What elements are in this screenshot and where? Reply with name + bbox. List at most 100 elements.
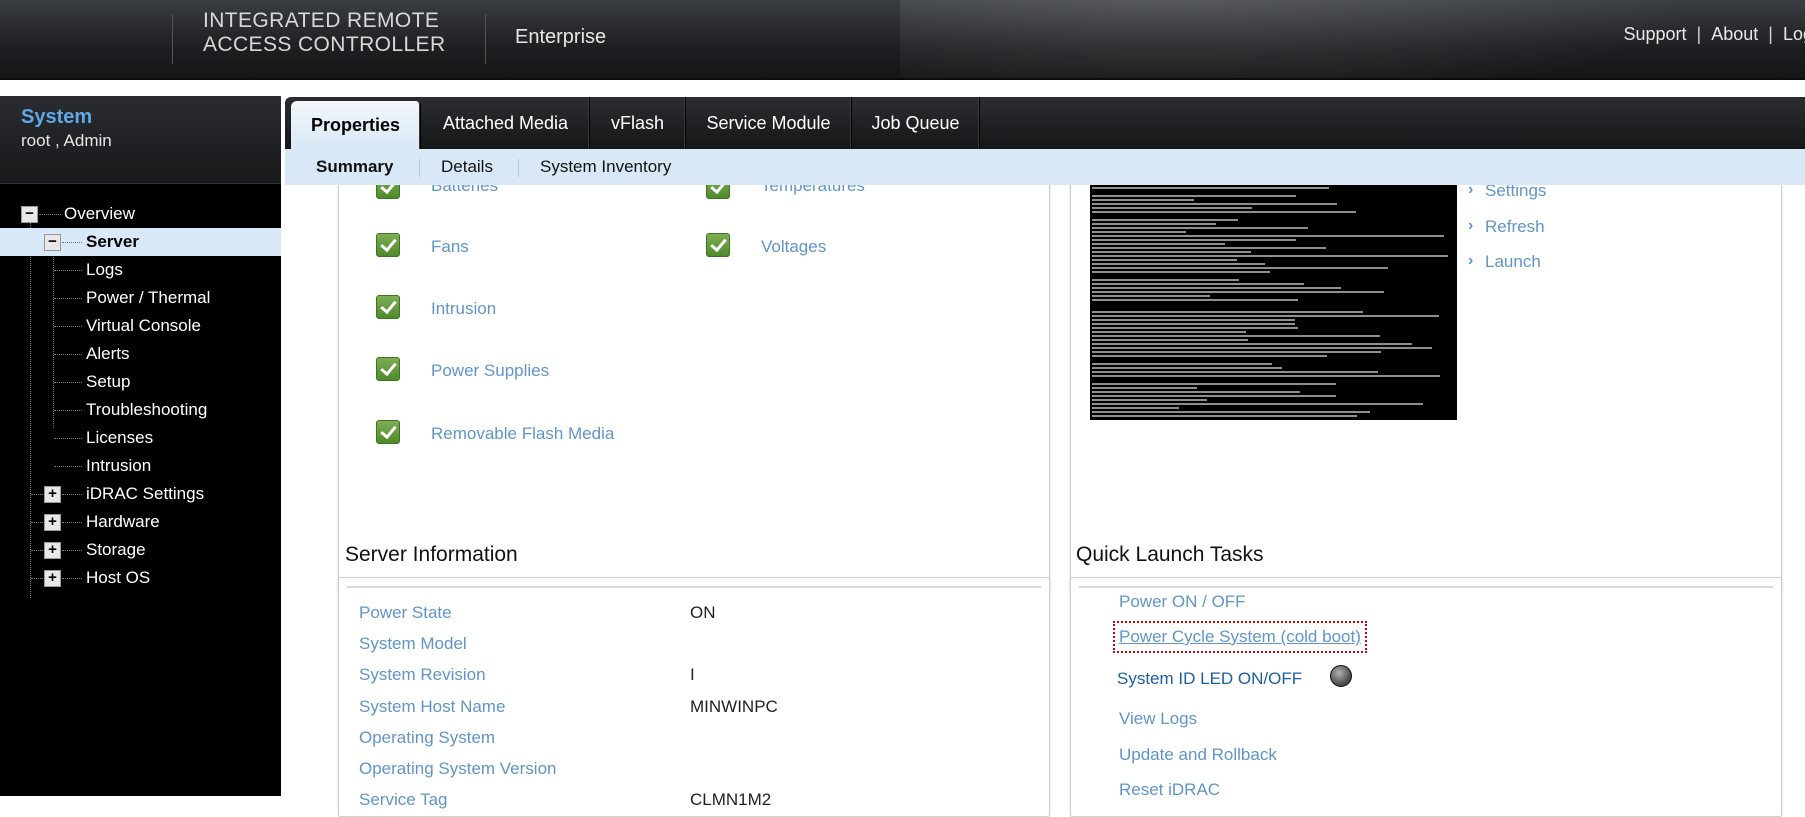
edition-label: Enterprise — [515, 26, 607, 48]
tree-label: Virtual Console — [86, 316, 201, 335]
collapse-icon[interactable]: − — [44, 234, 61, 251]
subtab-system-inventory[interactable]: System Inventory — [540, 149, 671, 185]
console-text-line — [1092, 299, 1298, 301]
subtab-bar: Summary Details System Inventory — [285, 149, 1805, 185]
tree-label: Server — [86, 232, 139, 251]
brand-logo: INTEGRATED REMOTE ACCESS CONTROLLER — [203, 9, 446, 57]
console-text-line — [1092, 363, 1272, 365]
tree-item-troubleshooting[interactable]: Troubleshooting — [0, 396, 281, 424]
console-text-line — [1092, 255, 1448, 257]
console-text-line — [1092, 263, 1265, 265]
expand-icon[interactable]: + — [44, 570, 61, 587]
virtual-console-thumbnail[interactable] — [1090, 184, 1457, 420]
info-value: I — [690, 665, 695, 684]
console-text-line — [1092, 391, 1300, 393]
tree-label: Intrusion — [86, 456, 152, 475]
ok-status-icon — [376, 357, 400, 381]
system-id-led-link[interactable]: System ID LED ON/OFF — [1117, 669, 1302, 689]
subtab-summary[interactable]: Summary — [316, 149, 393, 185]
console-text-line — [1092, 339, 1248, 341]
console-text-line — [1092, 207, 1252, 209]
console-text-line — [1092, 315, 1439, 317]
info-label: Power State — [359, 603, 452, 622]
chevron-right-icon: › — [1468, 252, 1474, 269]
info-label: Service Tag — [359, 790, 448, 809]
led-indicator-icon[interactable] — [1330, 665, 1352, 687]
console-text-line — [1092, 387, 1197, 389]
console-text-line — [1092, 231, 1186, 233]
tree-label: Power / Thermal — [86, 288, 211, 307]
console-text-line — [1092, 239, 1296, 241]
update-rollback-link[interactable]: Update and Rollback — [1119, 745, 1277, 765]
tab-job-queue[interactable]: Job Queue — [852, 97, 980, 149]
brand-line-2: ACCESS CONTROLLER — [203, 33, 446, 56]
health-power-supplies-link[interactable]: Power Supplies — [431, 361, 549, 381]
expand-icon[interactable]: + — [44, 542, 61, 559]
tree-item-idrac-settings[interactable]: + iDRAC Settings — [0, 480, 281, 508]
info-value: ON — [690, 603, 716, 622]
expand-icon[interactable]: + — [44, 486, 61, 503]
console-refresh-link[interactable]: › Refresh — [1468, 217, 1545, 237]
ok-status-icon — [376, 295, 400, 319]
console-text-line — [1092, 291, 1384, 293]
tab-vflash[interactable]: vFlash — [590, 97, 686, 149]
view-logs-link[interactable]: View Logs — [1119, 709, 1197, 729]
tree-item-licenses[interactable]: Licenses — [0, 424, 281, 452]
console-text-line — [1092, 375, 1440, 377]
console-text-line — [1092, 367, 1282, 369]
tree-item-storage[interactable]: + Storage — [0, 536, 281, 564]
main-content: Batteries Temperatures Fans Voltages Int… — [285, 97, 1805, 817]
quick-launch-title: Quick Launch Tasks — [1076, 543, 1264, 566]
info-label: System Revision — [359, 665, 486, 684]
support-link[interactable]: Support — [1623, 24, 1686, 44]
console-text-line — [1092, 335, 1380, 337]
tree-item-overview[interactable]: − Overview — [0, 200, 281, 228]
logout-link[interactable]: Log — [1783, 24, 1805, 44]
console-text-line — [1092, 251, 1251, 253]
tab-attached-media[interactable]: Attached Media — [422, 97, 590, 149]
console-text-line — [1092, 371, 1378, 373]
health-voltages-link[interactable]: Voltages — [761, 237, 826, 257]
console-text-line — [1092, 399, 1207, 401]
about-link[interactable]: About — [1711, 24, 1758, 44]
info-label: Operating System Version — [359, 759, 557, 778]
tree-item-power-thermal[interactable]: Power / Thermal — [0, 284, 281, 312]
console-text-line — [1092, 199, 1194, 201]
console-text-line — [1092, 243, 1225, 245]
expand-icon[interactable]: + — [44, 514, 61, 531]
health-fans-link[interactable]: Fans — [431, 237, 469, 257]
power-cycle-link[interactable]: Power Cycle System (cold boot) — [1113, 621, 1367, 653]
health-intrusion-link[interactable]: Intrusion — [431, 299, 496, 319]
system-title: System — [21, 106, 93, 128]
tab-service-module[interactable]: Service Module — [686, 97, 852, 149]
console-text-line — [1092, 343, 1412, 345]
console-text-line — [1092, 219, 1238, 221]
chevron-right-icon: › — [1468, 217, 1474, 234]
console-text-line — [1092, 247, 1326, 249]
tree-label: Overview — [64, 204, 135, 223]
tree-item-logs[interactable]: Logs — [0, 256, 281, 284]
console-text-line — [1092, 227, 1308, 229]
tree-item-intrusion[interactable]: Intrusion — [0, 452, 281, 480]
tree-item-server[interactable]: − Server — [0, 228, 281, 256]
tree-item-alerts[interactable]: Alerts — [0, 340, 281, 368]
tree-item-virtual-console[interactable]: Virtual Console — [0, 312, 281, 340]
tree-item-setup[interactable]: Setup — [0, 368, 281, 396]
tree-item-hardware[interactable]: + Hardware — [0, 508, 281, 536]
tree-label: Hardware — [86, 512, 160, 531]
reset-idrac-link[interactable]: Reset iDRAC — [1119, 780, 1220, 800]
tree-label: Storage — [86, 540, 146, 559]
health-removable-flash-media-link[interactable]: Removable Flash Media — [431, 424, 614, 444]
tree-item-host-os[interactable]: + Host OS — [0, 564, 281, 592]
console-text-line — [1092, 323, 1295, 325]
console-text-line — [1092, 351, 1381, 353]
console-text-line — [1092, 383, 1336, 385]
console-text-line — [1092, 259, 1237, 261]
tree-label: Licenses — [86, 428, 154, 447]
subtab-details[interactable]: Details — [441, 149, 493, 185]
collapse-icon[interactable]: − — [21, 206, 38, 223]
tab-properties[interactable]: Properties — [291, 101, 421, 149]
console-text-line — [1092, 403, 1423, 405]
console-launch-link[interactable]: › Launch — [1468, 252, 1541, 272]
power-on-off-link[interactable]: Power ON / OFF — [1119, 592, 1246, 612]
